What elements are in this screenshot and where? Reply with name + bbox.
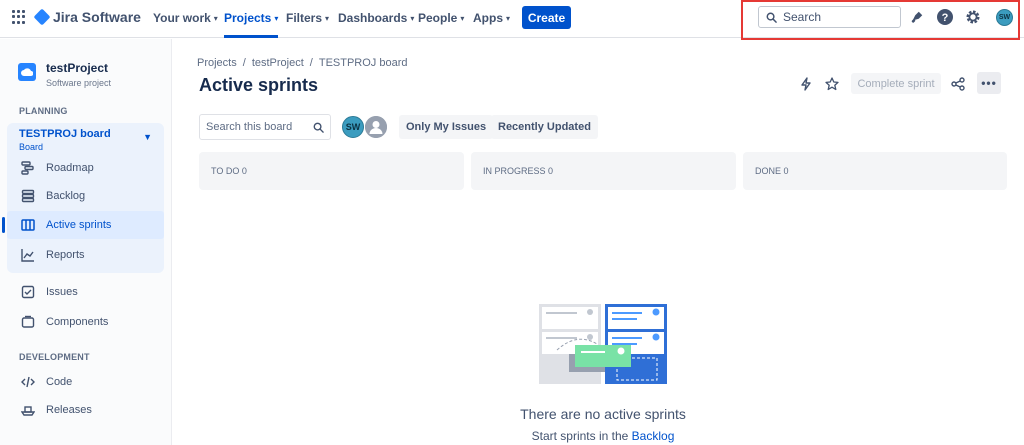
development-label: DEVELOPMENT [19, 352, 90, 362]
breadcrumb-projects[interactable]: Projects [197, 57, 237, 69]
nav-label: Filters [286, 11, 323, 25]
sidebar-item-components[interactable]: Components [7, 308, 164, 336]
backlog-icon [20, 188, 36, 204]
star-icon[interactable] [823, 75, 841, 93]
board-icon [20, 217, 36, 233]
recently-updated-button[interactable]: Recently Updated [491, 115, 598, 139]
more-actions-button[interactable]: ••• [977, 72, 1001, 94]
chevron-down-icon: ▾ [213, 13, 218, 23]
only-my-issues-button[interactable]: Only My Issues [399, 115, 494, 139]
search-icon [313, 122, 324, 133]
sidebar-item-label: Reports [46, 249, 85, 261]
breadcrumb-board[interactable]: TESTPROJ board [319, 57, 408, 69]
board-search-placeholder: Search this board [206, 121, 293, 133]
board-sub: Board [19, 142, 44, 152]
sidebar-item-reports[interactable]: Reports [7, 241, 164, 269]
breadcrumb-project[interactable]: testProject [252, 57, 304, 69]
roadmap-icon [20, 160, 36, 176]
board-name[interactable]: TESTPROJ board [19, 128, 111, 140]
nav-label: Apps [473, 11, 503, 25]
chevron-down-icon: ▾ [506, 13, 511, 23]
nav-filters[interactable]: Filters ▾ [286, 11, 329, 25]
share-icon[interactable] [949, 75, 967, 93]
nav-people[interactable]: People ▾ [418, 11, 464, 25]
nav-your-work[interactable]: Your work ▾ [153, 11, 218, 25]
complete-sprint-button[interactable]: Complete sprint [851, 73, 941, 94]
sidebar-item-label: Components [46, 316, 109, 328]
user-icon [365, 116, 387, 138]
sidebar-item-active-sprints[interactable]: Active sprints [2, 211, 164, 239]
jira-diamond-icon [33, 8, 51, 26]
empty-state-text: Start sprints in the [531, 429, 632, 443]
unassigned-avatar[interactable] [365, 116, 387, 138]
cloud-project-icon [18, 63, 36, 81]
empty-sprint-illustration [539, 304, 667, 384]
chevron-down-icon: ▾ [274, 13, 279, 23]
page-title: Active sprints [199, 75, 319, 95]
breadcrumb-separator: / [242, 57, 246, 69]
chevron-down-icon: ▾ [325, 13, 330, 23]
chevron-down-icon[interactable]: ▼ [143, 132, 152, 142]
breadcrumb: Projects / testProject / TESTPROJ board [197, 57, 407, 69]
planning-label: PLANNING [19, 106, 68, 116]
top-navigation: Jira Software Your work ▾ Projects ▾ Filte… [0, 0, 1024, 40]
assignee-avatar[interactable]: SW [342, 116, 364, 138]
product-name: Jira Software [53, 9, 141, 25]
app-switcher-icon[interactable] [12, 10, 26, 24]
jira-logo[interactable]: Jira Software [33, 8, 141, 26]
highlight-annotation [741, 0, 1020, 40]
sidebar-item-backlog[interactable]: Backlog [7, 182, 164, 210]
nav-apps[interactable]: Apps ▾ [473, 11, 510, 25]
sidebar: testProject Software project PLANNING TE… [0, 39, 172, 445]
nav-label: People [418, 11, 458, 25]
breadcrumb-separator: / [309, 57, 313, 69]
nav-label: Projects [224, 11, 272, 25]
create-button[interactable]: Create [522, 6, 571, 29]
sidebar-item-label: Backlog [46, 190, 86, 202]
chart-icon [20, 247, 36, 263]
column-in-progress: IN PROGRESS 0 [471, 152, 736, 190]
sidebar-item-label: Issues [46, 286, 78, 298]
ship-icon [20, 402, 36, 418]
project-name: testProject [46, 61, 109, 75]
project-header[interactable]: testProject Software project [18, 61, 111, 88]
empty-state-title: There are no active sprints [520, 406, 686, 422]
chevron-down-icon: ▾ [410, 13, 415, 23]
column-todo: TO DO 0 [199, 152, 464, 190]
sidebar-item-releases[interactable]: Releases [7, 396, 164, 424]
chevron-down-icon: ▾ [460, 13, 465, 23]
lightning-icon[interactable] [797, 75, 815, 93]
sidebar-item-label: Active sprints [46, 219, 112, 231]
nav-label: Your work [153, 11, 211, 25]
empty-state-subtitle: Start sprints in the Backlog [500, 429, 706, 443]
sidebar-item-roadmap[interactable]: Roadmap [7, 154, 164, 182]
sidebar-item-label: Code [46, 376, 73, 388]
sidebar-item-label: Releases [46, 404, 92, 416]
nav-projects[interactable]: Projects ▾ [224, 11, 279, 38]
backlog-link[interactable]: Backlog [632, 429, 675, 443]
components-icon [20, 314, 36, 330]
sidebar-item-issues[interactable]: Issues [7, 278, 164, 306]
board-search-input[interactable]: Search this board [199, 114, 331, 140]
nav-label: Dashboards [338, 11, 408, 25]
column-done: DONE 0 [743, 152, 1007, 190]
sidebar-item-label: Roadmap [46, 162, 94, 174]
code-icon [20, 374, 36, 390]
issues-icon [20, 284, 36, 300]
project-type: Software project [46, 78, 112, 88]
nav-dashboards[interactable]: Dashboards ▾ [338, 11, 414, 25]
sidebar-item-code[interactable]: Code [7, 368, 164, 396]
